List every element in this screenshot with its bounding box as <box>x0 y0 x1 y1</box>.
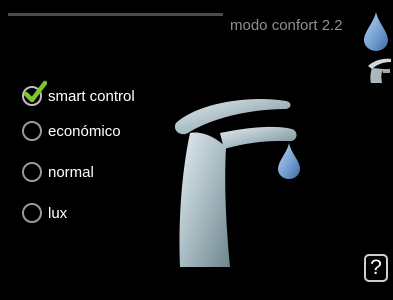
option-label: económico <box>48 122 121 140</box>
water-drop-icon <box>364 12 388 51</box>
radio-checked <box>22 80 47 106</box>
option-label: smart control <box>48 87 135 105</box>
option-label: lux <box>48 204 68 222</box>
header-divider <box>8 13 223 16</box>
checkmark-icon <box>23 80 47 103</box>
option-normal[interactable]: normal <box>22 159 94 185</box>
page-title: modo confort 2.2 <box>230 17 343 34</box>
option-economico[interactable]: económico <box>22 118 121 144</box>
hot-water-tab[interactable] <box>362 10 390 52</box>
option-smart-control[interactable]: smart control <box>22 80 135 109</box>
radio-unchecked <box>22 162 42 182</box>
option-lux[interactable]: lux <box>22 200 67 226</box>
faucet-tab[interactable] <box>364 56 392 84</box>
option-label: normal <box>48 163 94 181</box>
radio-unchecked <box>22 121 42 141</box>
faucet-icon <box>368 58 391 83</box>
radio-unchecked <box>22 203 42 223</box>
help-button[interactable]: ? <box>364 254 388 282</box>
faucet-with-drop-icon <box>174 99 300 267</box>
faucet-illustration <box>168 85 318 270</box>
